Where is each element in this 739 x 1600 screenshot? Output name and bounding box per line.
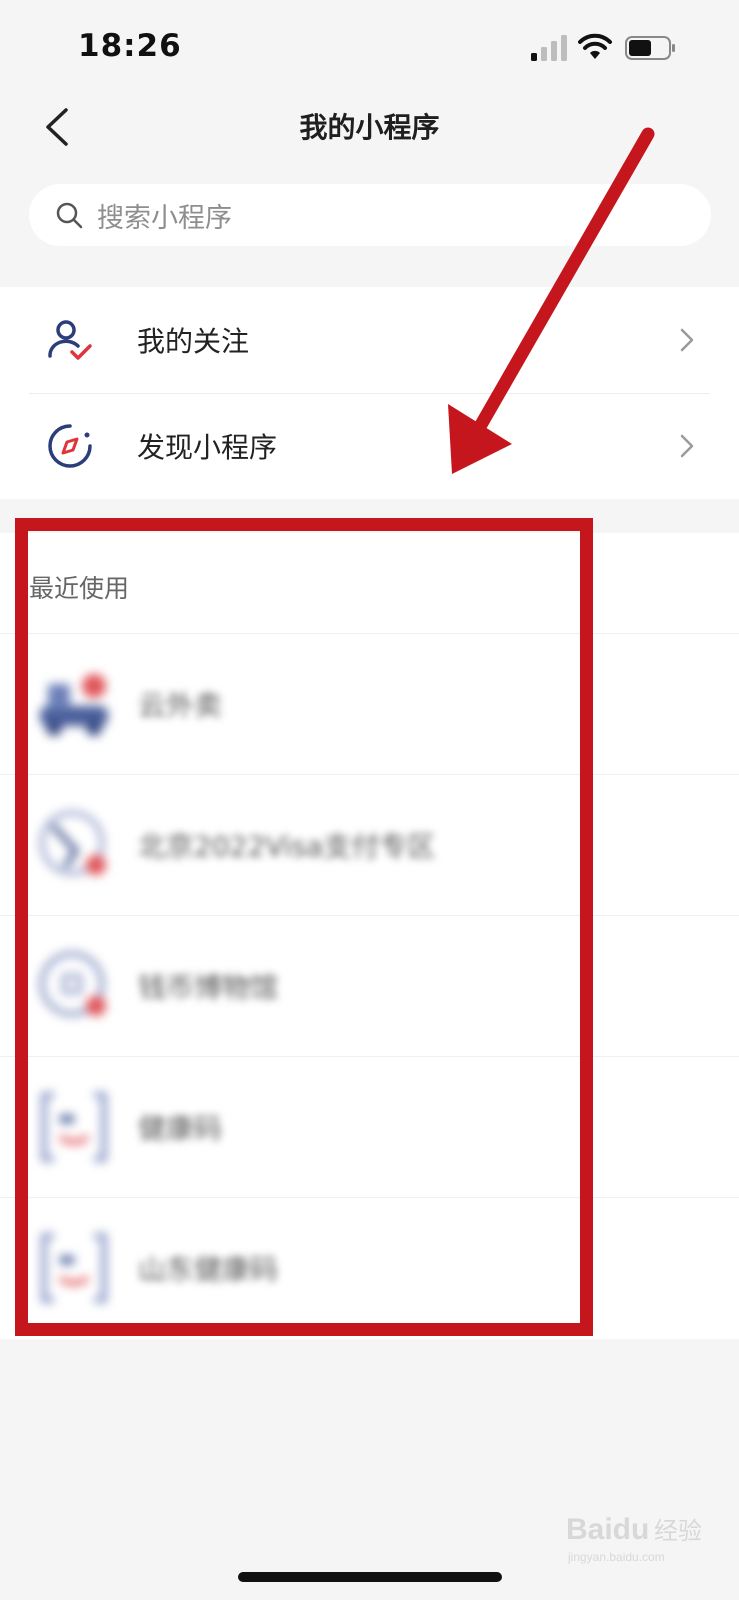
svg-text:jingyan.baidu.com: jingyan.baidu.com bbox=[567, 1550, 665, 1564]
chevron-right-icon bbox=[680, 434, 694, 458]
page-title: 我的小程序 bbox=[299, 111, 440, 144]
search-input[interactable]: 搜索小程序 bbox=[29, 184, 711, 246]
menu-item-following[interactable]: 我的关注 bbox=[0, 287, 739, 394]
menu-card: 我的关注 发现小程序 bbox=[0, 287, 739, 499]
chevron-right-icon bbox=[680, 328, 694, 352]
cellular-signal-icon bbox=[531, 35, 567, 61]
search-icon bbox=[56, 202, 83, 229]
compass-icon bbox=[48, 424, 92, 468]
search-placeholder: 搜索小程序 bbox=[97, 202, 232, 234]
user-check-icon bbox=[48, 320, 92, 360]
annotation-highlight-box bbox=[15, 518, 593, 1336]
baidu-jingyan-watermark-icon: Baidu 经验 jingyan.baidu.com bbox=[566, 1513, 702, 1564]
svg-text:经验: 经验 bbox=[654, 1517, 702, 1545]
home-indicator[interactable] bbox=[238, 1572, 502, 1582]
wifi-icon bbox=[578, 33, 612, 59]
svg-text:Baidu: Baidu bbox=[566, 1513, 649, 1546]
status-time: 18:26 bbox=[78, 28, 182, 64]
battery-icon bbox=[625, 36, 675, 60]
menu-item-discover[interactable]: 发现小程序 bbox=[0, 393, 739, 499]
menu-item-label: 我的关注 bbox=[137, 325, 250, 358]
menu-item-label: 发现小程序 bbox=[137, 431, 278, 464]
